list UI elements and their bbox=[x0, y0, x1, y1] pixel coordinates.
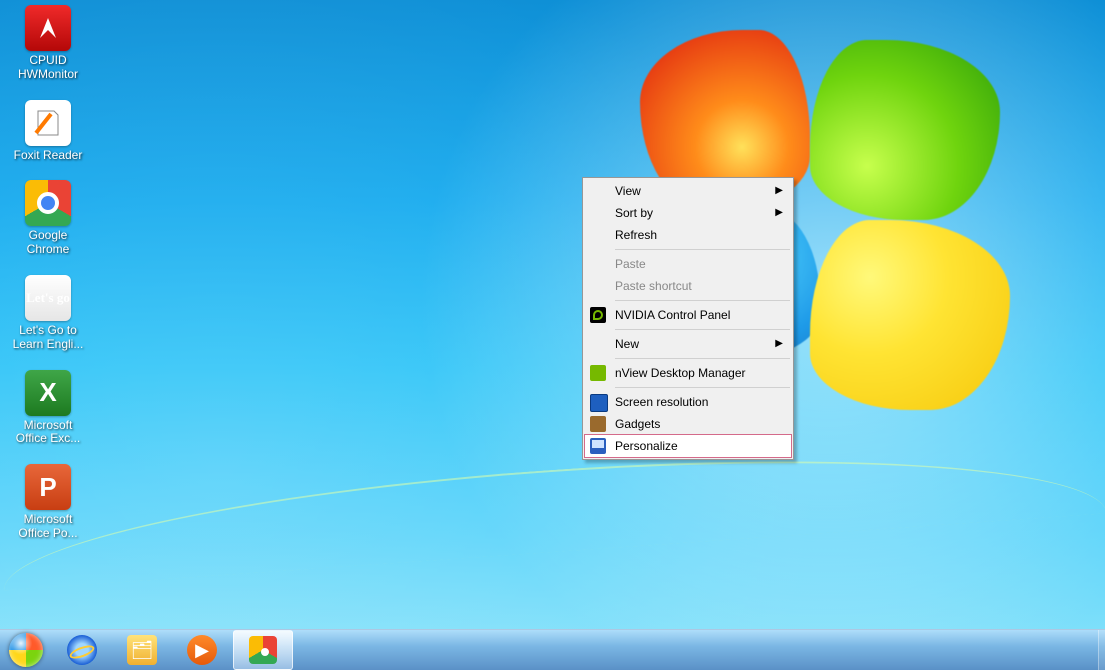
submenu-arrow-icon: ▶ bbox=[775, 207, 783, 218]
taskbar-ie[interactable] bbox=[53, 631, 111, 669]
desktop-icon-label: Microsoft Office Exc... bbox=[9, 419, 87, 447]
menu-gadgets[interactable]: Gadgets bbox=[585, 413, 791, 435]
menu-label: NVIDIA Control Panel bbox=[615, 308, 730, 322]
media-player-icon: ▶ bbox=[187, 635, 217, 665]
submenu-arrow-icon: ▶ bbox=[775, 338, 783, 349]
desktop-icon-powerpoint[interactable]: P Microsoft Office Po... bbox=[6, 459, 90, 548]
desktop-context-menu: View ▶ Sort by ▶ Refresh Paste Paste sho… bbox=[582, 177, 794, 460]
desktop-icon-chrome[interactable]: Google Chrome bbox=[6, 175, 90, 264]
start-orb-icon bbox=[9, 633, 43, 667]
menu-personalize[interactable]: Personalize bbox=[585, 435, 791, 457]
desktop-icon-label: Let's Go to Learn Engli... bbox=[9, 324, 87, 352]
powerpoint-icon: P bbox=[25, 464, 71, 510]
menu-separator bbox=[615, 387, 790, 388]
menu-label: Refresh bbox=[615, 228, 657, 242]
menu-label: Paste bbox=[615, 257, 646, 271]
chrome-icon bbox=[249, 636, 277, 664]
foxit-icon bbox=[25, 100, 71, 146]
menu-nvidia-control-panel[interactable]: NVIDIA Control Panel bbox=[585, 304, 791, 326]
menu-new[interactable]: New ▶ bbox=[585, 333, 791, 355]
nvidia-icon bbox=[590, 307, 606, 323]
menu-label: nView Desktop Manager bbox=[615, 366, 746, 380]
menu-label: View bbox=[615, 184, 641, 198]
menu-label: Screen resolution bbox=[615, 395, 708, 409]
personalize-icon bbox=[590, 438, 606, 454]
menu-label: Gadgets bbox=[615, 417, 660, 431]
ie-icon bbox=[67, 635, 97, 665]
book-icon: Let's go bbox=[25, 275, 71, 321]
menu-refresh[interactable]: Refresh bbox=[585, 224, 791, 246]
desktop-icon-letsgo[interactable]: Let's go Let's Go to Learn Engli... bbox=[6, 270, 90, 359]
menu-separator bbox=[615, 249, 790, 250]
desktop-icon-label: Microsoft Office Po... bbox=[9, 513, 87, 541]
folder-icon: 🗂 bbox=[127, 635, 157, 665]
show-desktop-button[interactable] bbox=[1098, 630, 1105, 670]
start-button[interactable] bbox=[0, 630, 52, 670]
menu-label: New bbox=[615, 337, 639, 351]
menu-paste: Paste bbox=[585, 253, 791, 275]
gadgets-icon bbox=[590, 416, 606, 432]
menu-label: Personalize bbox=[615, 439, 678, 453]
chrome-icon bbox=[25, 180, 71, 226]
hwmonitor-icon bbox=[25, 5, 71, 51]
menu-separator bbox=[615, 358, 790, 359]
menu-separator bbox=[615, 300, 790, 301]
nview-icon bbox=[590, 365, 606, 381]
desktop-icons: CPUID HWMonitor Foxit Reader Google Chro… bbox=[6, 0, 90, 554]
menu-screen-resolution[interactable]: Screen resolution bbox=[585, 391, 791, 413]
wallpaper-curve bbox=[0, 432, 1105, 591]
desktop-icon-excel[interactable]: X Microsoft Office Exc... bbox=[6, 365, 90, 454]
taskbar: 🗂 ▶ bbox=[0, 629, 1105, 670]
desktop[interactable]: CPUID HWMonitor Foxit Reader Google Chro… bbox=[0, 0, 1105, 670]
taskbar-explorer[interactable]: 🗂 bbox=[113, 631, 171, 669]
menu-sort-by[interactable]: Sort by ▶ bbox=[585, 202, 791, 224]
desktop-icon-label: Foxit Reader bbox=[9, 149, 87, 163]
taskbar-chrome[interactable] bbox=[233, 630, 293, 670]
menu-separator bbox=[615, 329, 790, 330]
menu-view[interactable]: View ▶ bbox=[585, 180, 791, 202]
menu-label: Paste shortcut bbox=[615, 279, 692, 293]
menu-label: Sort by bbox=[615, 206, 653, 220]
desktop-icon-label: Google Chrome bbox=[9, 229, 87, 257]
desktop-icon-hwmonitor[interactable]: CPUID HWMonitor bbox=[6, 0, 90, 89]
taskbar-media-player[interactable]: ▶ bbox=[173, 631, 231, 669]
desktop-icon-label: CPUID HWMonitor bbox=[9, 54, 87, 82]
menu-paste-shortcut: Paste shortcut bbox=[585, 275, 791, 297]
submenu-arrow-icon: ▶ bbox=[775, 185, 783, 196]
menu-nview-desktop-manager[interactable]: nView Desktop Manager bbox=[585, 362, 791, 384]
monitor-icon bbox=[590, 394, 608, 412]
desktop-icon-foxit[interactable]: Foxit Reader bbox=[6, 95, 90, 170]
excel-icon: X bbox=[25, 370, 71, 416]
